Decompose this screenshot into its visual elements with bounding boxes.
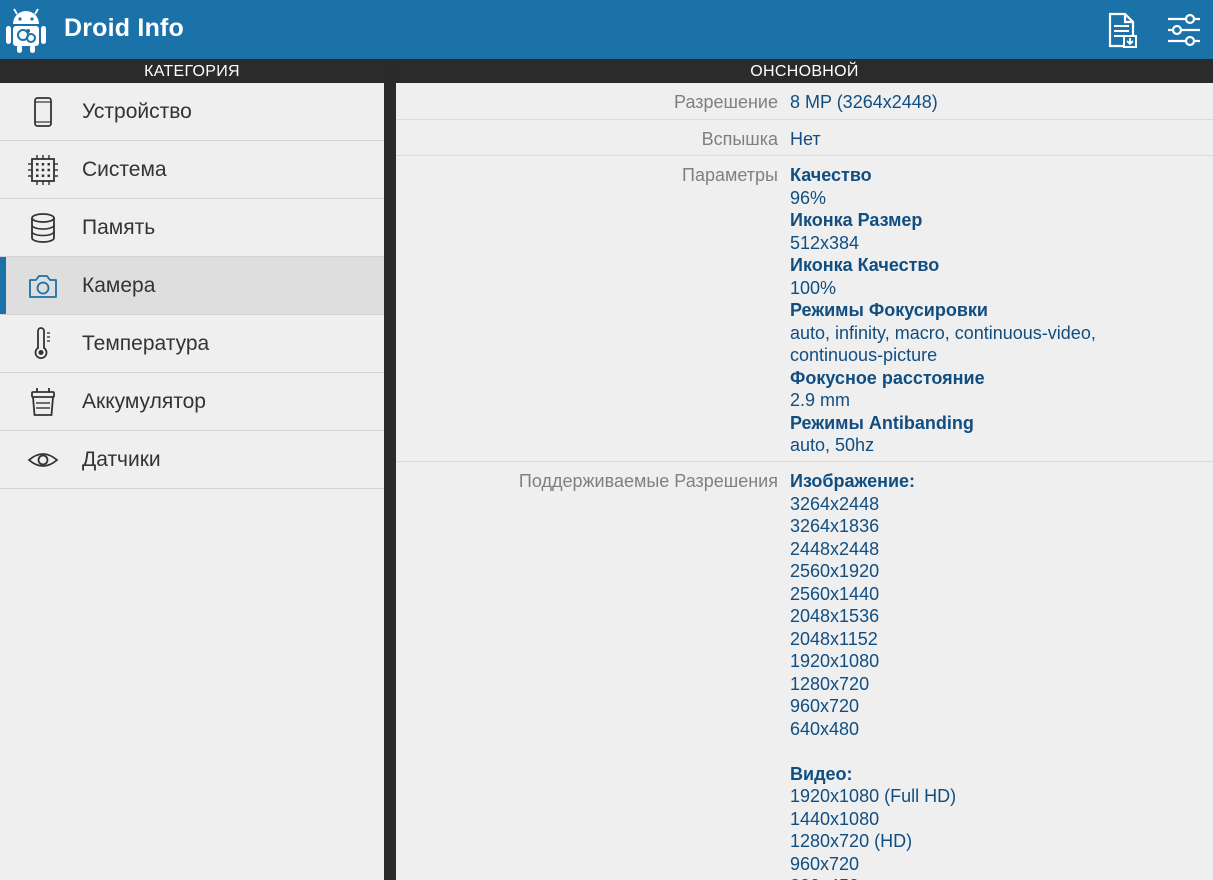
android-logo-icon	[6, 8, 46, 53]
app-title: Droid Info	[64, 14, 185, 42]
sidebar-item-temperature[interactable]: Температура	[0, 315, 384, 373]
info-label: Разрешение	[674, 92, 778, 112]
info-row-supported-resolutions: Поддерживаемые Разрешения Изображение: 3…	[396, 462, 1213, 880]
category-sidebar: Устройство Система Память Камера Темпера…	[0, 83, 384, 880]
cpu-icon	[28, 155, 58, 185]
category-header: КАТЕГОРИЯ	[0, 59, 384, 83]
info-label: Параметры	[682, 165, 778, 185]
sidebar-item-sensors[interactable]: Датчики	[0, 431, 384, 489]
sidebar-item-label: Система	[82, 158, 167, 181]
info-row-flash: Вспышка Нет	[396, 120, 1213, 156]
sidebar-item-label: Температура	[82, 332, 210, 355]
info-row-resolution: Разрешение 8 MP (3264x2448)	[396, 83, 1213, 120]
info-label: Поддерживаемые Разрешения	[518, 471, 778, 491]
sidebar-item-battery[interactable]: Аккумулятор	[0, 373, 384, 431]
battery-icon	[31, 388, 55, 416]
sidebar-item-memory[interactable]: Память	[0, 199, 384, 257]
info-label: Вспышка	[701, 129, 778, 149]
sidebar-item-system[interactable]: Система	[0, 141, 384, 199]
main-header: ОНСНОВНОЙ	[396, 59, 1213, 83]
sidebar-item-label: Аккумулятор	[82, 390, 206, 413]
sidebar-item-label: Камера	[82, 274, 156, 297]
info-value: Качество 96% Иконка Размер 512x384 Иконк…	[790, 165, 1096, 455]
active-indicator	[0, 257, 6, 314]
app-bar: Droid Info	[0, 0, 1213, 59]
thermometer-icon	[34, 327, 50, 359]
sidebar-item-camera[interactable]: Камера	[0, 257, 384, 315]
database-icon	[31, 213, 55, 243]
eye-icon	[27, 453, 59, 467]
sliders-icon[interactable]	[1164, 10, 1204, 50]
info-value: 8 MP (3264x2448)	[790, 92, 938, 112]
info-value: Изображение: 3264x2448 3264x1836 2448x24…	[790, 471, 957, 880]
sidebar-item-label: Датчики	[82, 448, 161, 471]
pane-divider	[384, 83, 396, 880]
phone-icon	[34, 97, 52, 127]
sidebar-item-label: Память	[82, 216, 156, 239]
info-row-parameters: Параметры Качество 96% Иконка Размер 512…	[396, 156, 1213, 462]
report-icon[interactable]	[1102, 10, 1142, 50]
camera-icon	[29, 275, 57, 298]
info-value: Нет	[790, 129, 821, 149]
sidebar-item-device[interactable]: Устройство	[0, 83, 384, 141]
sidebar-item-label: Устройство	[82, 100, 192, 123]
camera-details-panel: Разрешение 8 MP (3264x2448) Вспышка Нет …	[396, 83, 1213, 880]
